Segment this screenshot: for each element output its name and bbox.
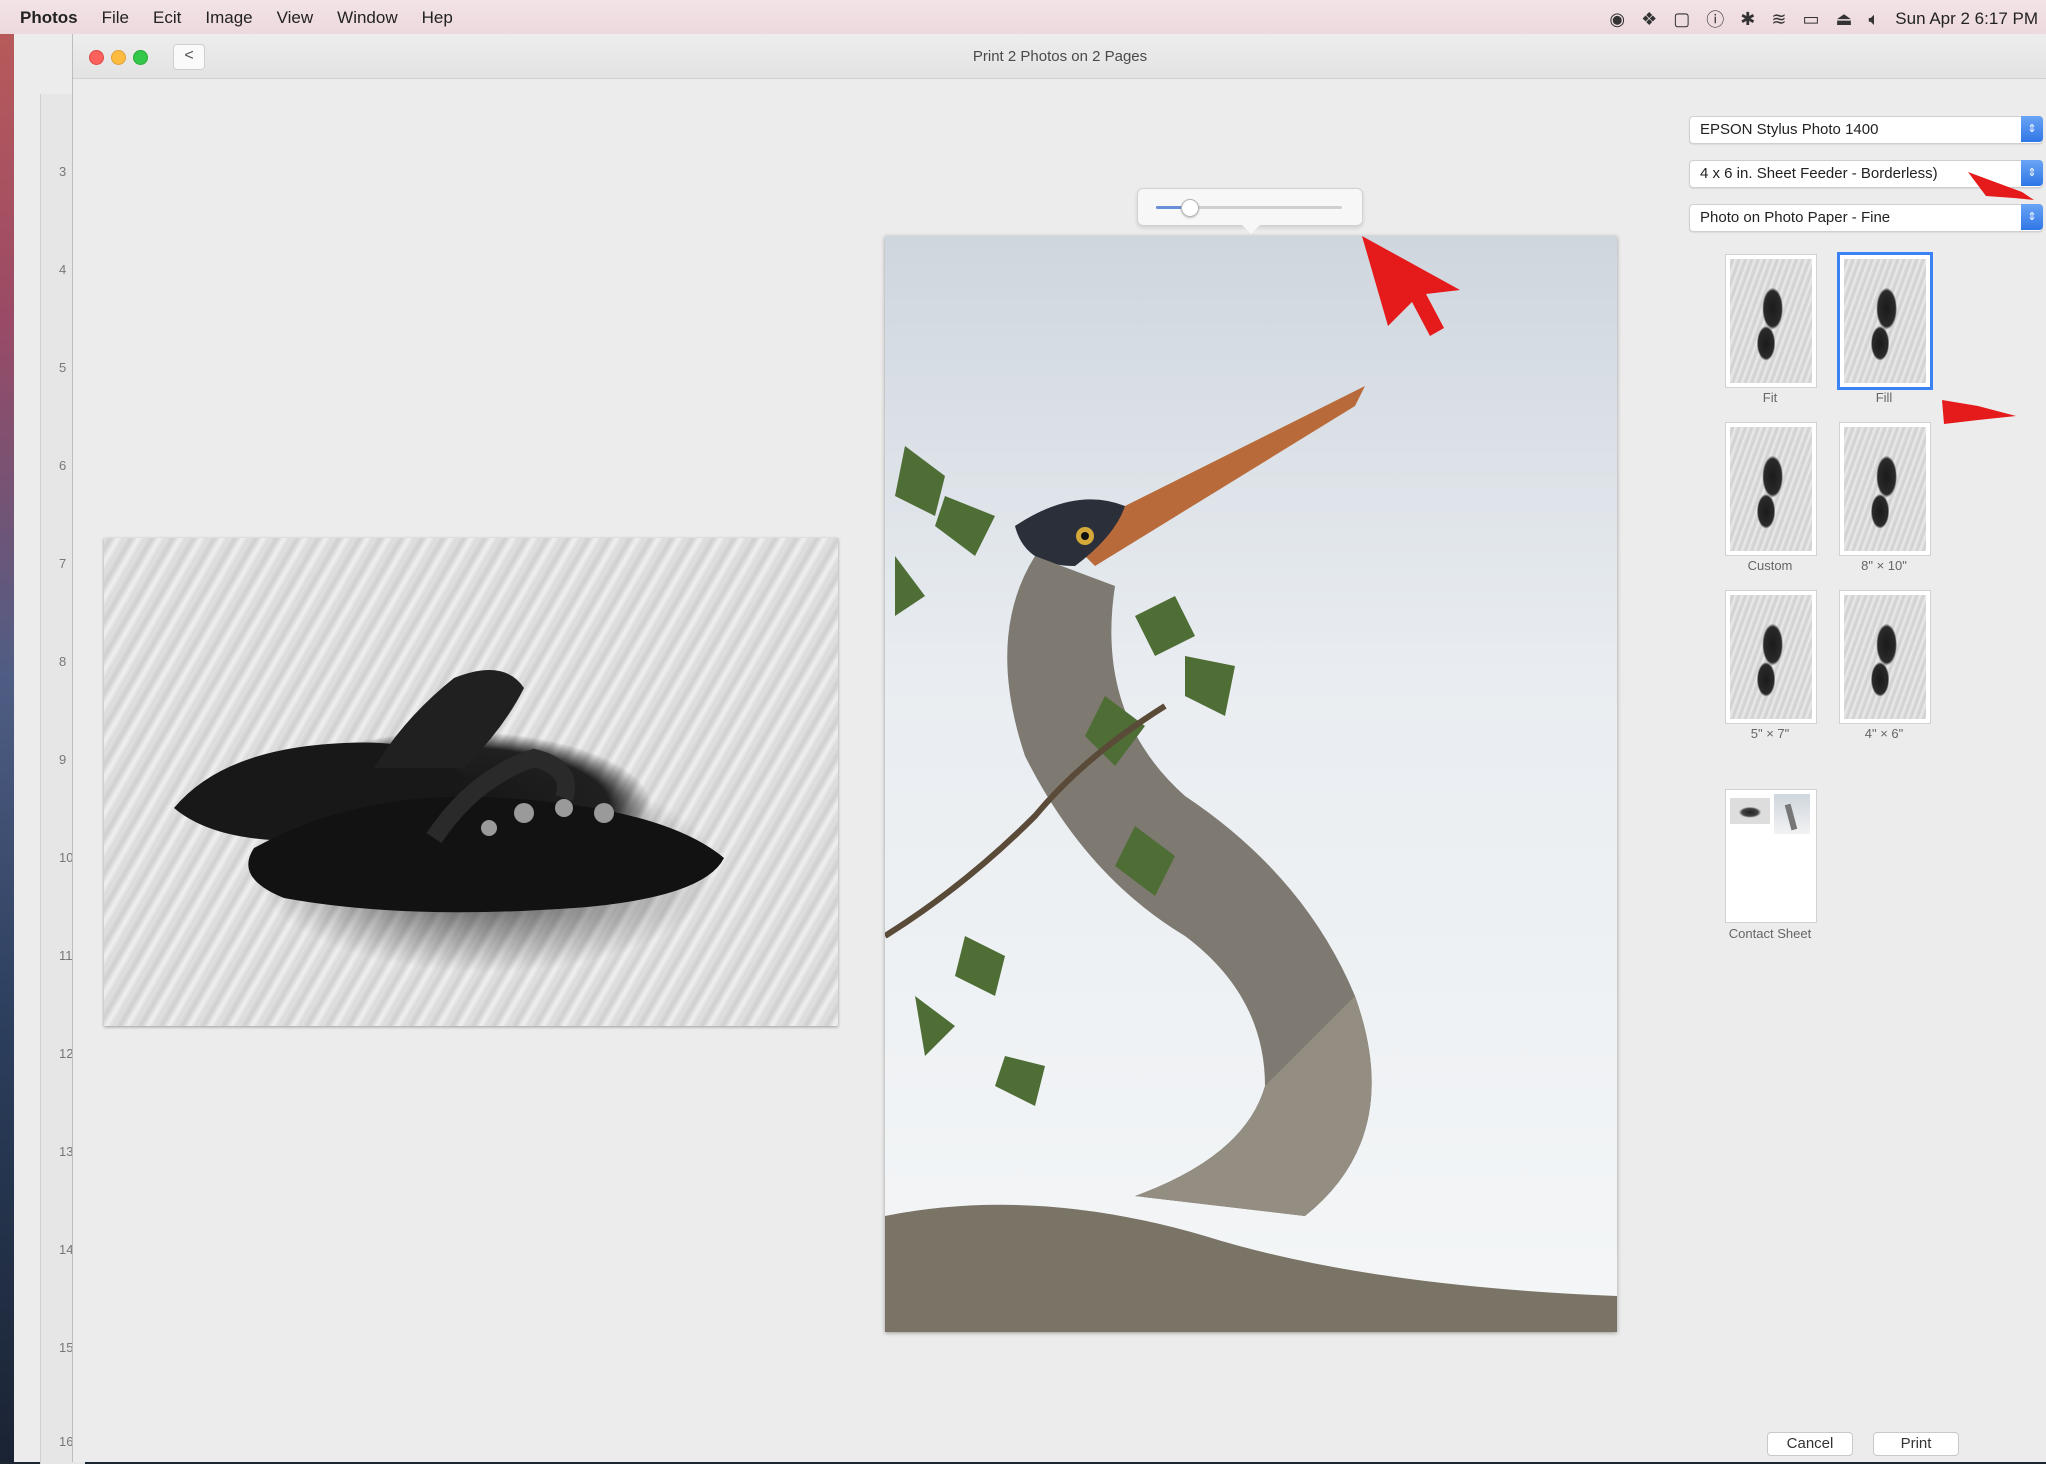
thumb-art	[1844, 595, 1926, 719]
layout-label-4x6: 4" × 6"	[1864, 726, 1904, 741]
thumb-art	[1844, 259, 1926, 383]
printer-value: EPSON Stylus Photo 1400	[1700, 121, 1879, 138]
info-icon[interactable]: ⓘ	[1706, 6, 1724, 32]
layout-thumb-fit[interactable]	[1725, 254, 1817, 388]
paper-type-popup[interactable]: Photo on Photo Paper - Fine ⇕	[1689, 204, 2043, 232]
window-title: Print 2 Photos on 2 Pages	[972, 48, 1148, 65]
paper-type-stepper-icon: ⇕	[2021, 204, 2043, 230]
layout-thumb-custom[interactable]	[1725, 422, 1817, 556]
ruler-mark: 3	[59, 164, 67, 179]
menu-app-name[interactable]: Photos	[20, 8, 78, 28]
printer-popup[interactable]: EPSON Stylus Photo 1400 ⇕	[1689, 116, 2043, 144]
printer-stepper-icon: ⇕	[2021, 116, 2043, 142]
layout-label-8x10: 8" × 10"	[1861, 558, 1907, 573]
layout-thumb-contact-sheet[interactable]	[1725, 789, 1817, 923]
paper-type-value: Photo on Photo Paper - Fine	[1700, 209, 1891, 226]
contact-mini-sandals	[1730, 798, 1770, 824]
contact-mini-heron	[1774, 794, 1810, 834]
print-window: < Print 2 Photos on 2 Pages EPSON Stylus…	[72, 34, 2046, 1462]
cancel-button[interactable]: Cancel	[1767, 1432, 1853, 1456]
bluetooth-icon[interactable]: ✱	[1740, 9, 1755, 30]
layout-label-5x7: 5" × 7"	[1750, 726, 1790, 741]
layout-label-contact-sheet: Contact Sheet	[1728, 926, 1812, 941]
thumb-art	[1844, 427, 1926, 551]
paper-size-value: 4 x 6 in. Sheet Feeder - Borderless)	[1700, 165, 1938, 182]
thumb-art	[1730, 259, 1812, 383]
ruler-mark: 6	[59, 458, 67, 473]
zoom-popover	[1137, 188, 1363, 234]
layout-thumb-8x10[interactable]	[1839, 422, 1931, 556]
layout-thumb-5x7[interactable]	[1725, 590, 1817, 724]
title-bar: < Print 2 Photos on 2 Pages	[73, 34, 2046, 79]
print-button[interactable]: Print	[1873, 1432, 1959, 1456]
notification-icon[interactable]: ▢	[1673, 9, 1690, 30]
ruler-mark: 4	[59, 262, 67, 277]
thumb-art	[1730, 595, 1812, 719]
volume-icon[interactable]: 🔈︎	[1868, 9, 1879, 30]
menu-file[interactable]: File	[102, 8, 129, 28]
wifi-icon[interactable]: ≋	[1771, 9, 1786, 30]
eye-icon[interactable]: ◉	[1609, 9, 1625, 30]
menu-view[interactable]: View	[277, 8, 314, 28]
thumb-art	[1730, 427, 1812, 551]
layout-label-fill: Fill	[1875, 390, 1893, 405]
annotation-arrow-zoom	[1362, 236, 1460, 336]
layout-label-custom: Custom	[1747, 558, 1793, 573]
menu-clock[interactable]: Sun Apr 2 6:17 PM	[1895, 9, 2038, 29]
menu-bar: Photos File Ecit Image View Window Hep ◉…	[0, 0, 2046, 35]
menu-edit[interactable]: Ecit	[153, 8, 181, 28]
layout-label-fit: Fit	[1762, 390, 1778, 405]
dropbox-icon[interactable]: ❖	[1641, 9, 1657, 30]
annotation-arrow-fill	[1942, 400, 2016, 424]
layout-thumb-fill[interactable]	[1837, 252, 1933, 390]
photo-preview-heron[interactable]	[885, 236, 1617, 1332]
sandals-image	[174, 670, 724, 913]
menu-image[interactable]: Image	[205, 8, 252, 28]
menu-help[interactable]: Hep	[422, 8, 453, 28]
ruler-mark: 5	[59, 360, 67, 375]
menu-window[interactable]: Window	[337, 8, 397, 28]
ruler-mark: 8	[59, 654, 67, 669]
layout-thumb-4x6[interactable]	[1839, 590, 1931, 724]
ruler-mark: 9	[59, 752, 67, 767]
zoom-slider-knob[interactable]	[1181, 199, 1200, 217]
heron-image	[885, 386, 1617, 1332]
airplay-icon[interactable]: ▭	[1802, 9, 1819, 30]
ruler-mark: 7	[59, 556, 67, 571]
eject-icon[interactable]: ⏏	[1835, 9, 1852, 30]
annotation-arrow-paper-size	[1968, 172, 2034, 200]
photo-preview-sandals[interactable]	[104, 538, 838, 1026]
ruler-mark: 11	[59, 948, 73, 963]
